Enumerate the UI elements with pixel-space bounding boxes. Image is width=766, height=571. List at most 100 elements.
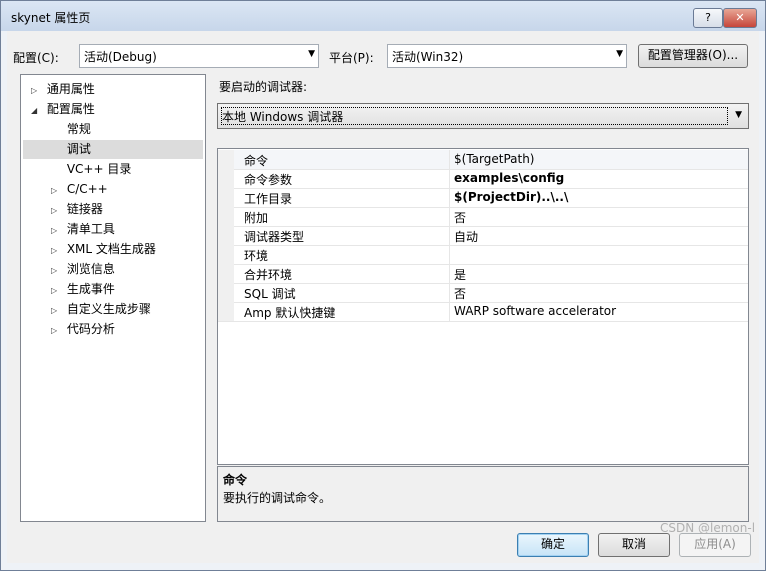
property-name: 环境 [244,249,269,263]
tree-item-browse[interactable]: ▷ 浏览信息 [51,260,199,279]
property-row[interactable]: 调试器类型 自动 [218,226,748,246]
row-gutter [218,188,234,207]
debugger-select[interactable]: 本地 Windows 调试器 ▼ [217,103,749,129]
chevron-down-icon: ▼ [735,110,742,120]
tree-item-common[interactable]: ▷ 通用属性 [31,80,199,99]
config-manager-button[interactable]: 配置管理器(O)... [638,44,748,68]
property-name: 命令参数 [244,173,293,187]
property-name: 调试器类型 [244,230,305,244]
row-gutter [218,207,234,226]
tree-item-label: 清单工具 [66,222,115,236]
column-divider [449,245,450,264]
help-button[interactable]: ? [693,8,723,28]
platform-select[interactable]: 活动(Win32) ▼ [387,44,627,68]
row-gutter [218,226,234,245]
tree-item-xml-doc[interactable]: ▷ XML 文档生成器 [51,240,199,259]
property-row[interactable]: 命令参数 examples\config [218,169,748,189]
property-row[interactable]: 环境 [218,245,748,265]
property-row[interactable]: 合并环境 是 [218,264,748,284]
expand-icon[interactable]: ▷ [51,322,63,340]
tree-item-cpp[interactable]: ▷ C/C++ [51,180,199,199]
tree-item-linker[interactable]: ▷ 链接器 [51,200,199,219]
config-label: 配置(C): [13,51,59,65]
expand-icon[interactable]: ▷ [51,262,63,280]
tree-item-label: XML 文档生成器 [66,242,156,256]
row-gutter [218,283,234,302]
tree-item-label: 自定义生成步骤 [66,302,151,316]
config-select-value: 活动(Debug) [84,50,157,64]
expand-icon[interactable]: ▷ [51,222,63,240]
row-gutter [218,302,234,321]
property-value[interactable]: WARP software accelerator [454,304,616,318]
tree-item-label: 生成事件 [66,282,115,296]
debugger-label: 要启动的调试器: [219,80,308,94]
expand-icon[interactable]: ▷ [51,182,63,200]
property-row[interactable]: 命令 $(TargetPath) [218,150,748,170]
tree-item-label: 配置属性 [46,102,95,116]
expand-icon[interactable]: ▷ [51,282,63,300]
tree-item-label: 通用属性 [46,82,95,96]
close-button[interactable]: ✕ [723,8,757,28]
title-bar: skynet 属性页 ? ✕ [1,1,765,31]
property-value[interactable]: 是 [454,266,466,283]
chevron-down-icon: ▼ [616,49,623,59]
expand-icon[interactable]: ▷ [51,242,63,260]
tree-item-vc-dirs[interactable]: VC++ 目录 [51,160,199,179]
apply-button[interactable]: 应用(A) [679,533,751,557]
property-row[interactable]: 工作目录 $(ProjectDir)..\..\ [218,188,748,208]
chevron-down-icon: ▼ [308,49,315,59]
description-text: 要执行的调试命令。 [223,491,332,505]
tree-item-debugging[interactable]: 调试 [23,140,203,159]
column-divider [449,283,450,302]
tree-item-code-analysis[interactable]: ▷ 代码分析 [51,320,199,339]
property-value[interactable]: examples\config [454,171,564,185]
expand-icon[interactable]: ▷ [31,82,43,100]
property-value[interactable]: 自动 [454,228,478,245]
tree-item-config[interactable]: ◢ 配置属性 [31,100,199,119]
column-divider [449,226,450,245]
column-divider [449,188,450,207]
property-name: 工作目录 [244,192,293,206]
expand-icon[interactable]: ▷ [51,202,63,220]
tree-item-build-events[interactable]: ▷ 生成事件 [51,280,199,299]
row-gutter [218,264,234,283]
debugger-select-value: 本地 Windows 调试器 [222,110,344,124]
property-tree[interactable]: ▷ 通用属性 ◢ 配置属性 常规 调试 VC++ 目录 ▷ C/C++ ▷ 链接… [20,74,206,522]
column-divider [449,207,450,226]
tree-item-label: VC++ 目录 [66,162,132,176]
dialog-body: 配置(C): 活动(Debug) ▼ 平台(P): 活动(Win32) ▼ 配置… [7,31,759,563]
expand-icon[interactable]: ▷ [51,302,63,320]
property-row[interactable]: 附加 否 [218,207,748,227]
property-row[interactable]: SQL 调试 否 [218,283,748,303]
property-value[interactable]: 否 [454,209,466,226]
tree-item-label: 链接器 [66,202,103,216]
description-panel: 命令 要执行的调试命令。 [217,466,749,522]
row-gutter [218,245,234,264]
cancel-button[interactable]: 取消 [598,533,670,557]
property-name: SQL 调试 [244,287,296,301]
column-divider [449,302,450,321]
column-divider [449,169,450,188]
property-grid: 命令 $(TargetPath) 命令参数 examples\config 工作目录… [217,148,749,465]
property-row[interactable]: Amp 默认快捷键 WARP software accelerator [218,302,748,322]
tree-item-custom-build[interactable]: ▷ 自定义生成步骤 [51,300,199,319]
row-gutter [218,150,234,169]
tree-item-manifest[interactable]: ▷ 清单工具 [51,220,199,239]
properties-dialog: skynet 属性页 ? ✕ 配置(C): 活动(Debug) ▼ 平台(P):… [0,0,766,571]
watermark: CSDN @lemon-l [660,521,756,535]
tree-item-label: 调试 [66,142,91,156]
platform-label: 平台(P): [329,51,374,65]
collapse-icon[interactable]: ◢ [31,102,43,120]
tree-item-label: 代码分析 [66,322,115,336]
ok-button[interactable]: 确定 [517,533,589,557]
property-value[interactable]: $(TargetPath) [454,152,534,166]
tree-item-label: 常规 [66,122,91,136]
tree-item-label: C/C++ [66,182,108,196]
config-select[interactable]: 活动(Debug) ▼ [79,44,319,68]
row-gutter [218,169,234,188]
property-value[interactable]: 否 [454,285,466,302]
tree-item-label: 浏览信息 [66,262,115,276]
tree-item-general[interactable]: 常规 [51,120,199,139]
property-name: 附加 [244,211,269,225]
property-value[interactable]: $(ProjectDir)..\..\ [454,190,568,204]
